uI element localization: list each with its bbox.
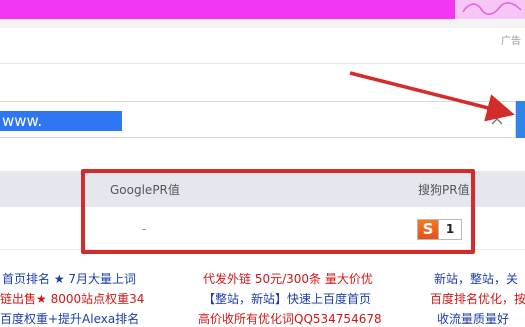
- search-button[interactable]: [516, 101, 525, 138]
- ad-link[interactable]: 新站，整站，关: [434, 270, 518, 287]
- ad-area: [0, 28, 525, 68]
- ad-link[interactable]: 百度权重+提升Alexa排名: [0, 310, 139, 327]
- ad-link[interactable]: 高价收所有优化词QQ534754678: [198, 310, 382, 327]
- ad-link[interactable]: 收流量质量好: [437, 310, 509, 327]
- top-banner: [0, 0, 525, 19]
- ad-link[interactable]: 首页排名 ★ 7月大量上词: [2, 270, 136, 287]
- ad-links: 首页排名 ★ 7月大量上词 链出售★ 8000站点权重34 百度权重+提升Ale…: [0, 270, 525, 326]
- search-box[interactable]: www.: [0, 101, 516, 138]
- ad-label: 广告: [501, 36, 521, 47]
- ad-link[interactable]: 【整站，新站】快速上百度首页: [203, 290, 371, 307]
- top-banner-shadow: [0, 19, 525, 28]
- ad-link[interactable]: 代发外链 50元/300条 量大价优: [203, 270, 373, 287]
- search-input[interactable]: [0, 102, 470, 137]
- clear-icon[interactable]: [489, 111, 505, 127]
- ad-link[interactable]: 百度排名优化，按: [430, 290, 525, 307]
- ad-link[interactable]: 链出售★ 8000站点权重34: [0, 290, 144, 307]
- highlight-box: [81, 169, 475, 254]
- decorative-swirl-icon: [455, 0, 525, 19]
- separator: [0, 63, 525, 64]
